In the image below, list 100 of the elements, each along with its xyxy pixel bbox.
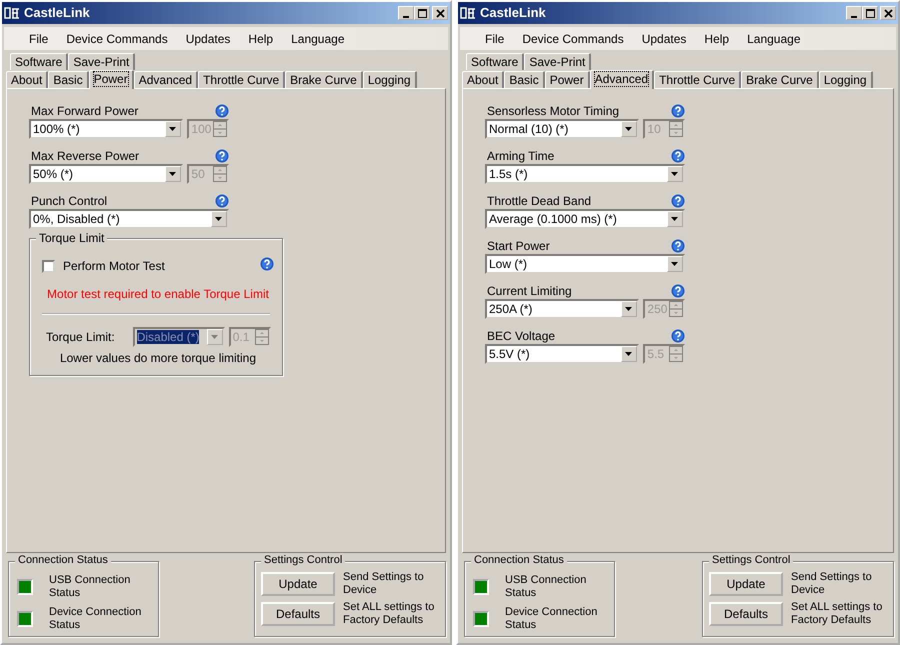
tab[interactable]: About: [462, 71, 504, 88]
tab[interactable]: Power: [88, 70, 134, 89]
tab[interactable]: Save-Print: [524, 53, 592, 70]
help-icon[interactable]: [215, 194, 229, 208]
tab[interactable]: Basic: [48, 71, 89, 88]
action-button[interactable]: Update: [261, 572, 335, 596]
close-button[interactable]: [432, 6, 448, 20]
minimize-icon: [403, 16, 409, 18]
tab[interactable]: Advanced: [590, 70, 654, 89]
setting-label: Max Reverse Power: [31, 149, 140, 163]
status-label: Device Connection Status: [505, 606, 598, 632]
group-title: Settings Control: [261, 554, 346, 567]
help-icon[interactable]: [671, 149, 685, 163]
help-icon[interactable]: [671, 104, 685, 118]
field-label: Torque Limit:: [46, 330, 115, 344]
caret-icon: [625, 306, 634, 312]
minimize-button[interactable]: [398, 6, 414, 20]
menu-item[interactable]: Updates: [176, 32, 240, 46]
setting-label: Throttle Dead Band: [487, 194, 592, 208]
help-icon[interactable]: [671, 194, 685, 208]
help-icon[interactable]: [215, 104, 229, 118]
menu-item[interactable]: File: [20, 32, 58, 46]
dropdown[interactable]: 100% (*): [29, 119, 184, 139]
setting-label: BEC Voltage: [487, 329, 556, 343]
menu-item[interactable]: Device Commands: [57, 32, 177, 46]
warning-text: Motor test required to enable Torque Limit: [46, 287, 270, 301]
menu-item[interactable]: Language: [282, 32, 354, 46]
button-description: Send Settings to Device: [791, 571, 873, 597]
setting-label: Punch Control: [31, 194, 108, 208]
minimize-icon: [851, 16, 857, 18]
hint-text: Lower values do more torque limiting: [58, 351, 258, 365]
spinner-arrows-icon: [254, 329, 269, 345]
tab[interactable]: Throttle Curve: [654, 71, 742, 88]
window-title: CastleLink: [24, 6, 91, 20]
spinner-arrows-icon: [213, 121, 227, 137]
status-label: Device Connection Status: [49, 606, 142, 632]
app-icon: [4, 6, 20, 20]
tab[interactable]: Software: [10, 53, 68, 70]
close-button[interactable]: [880, 6, 896, 20]
menu-item[interactable]: Help: [239, 32, 282, 46]
dropdown[interactable]: 0%, Disabled (*): [29, 209, 229, 229]
close-icon: [434, 8, 446, 18]
tab[interactable]: About: [6, 71, 48, 88]
dropdown[interactable]: 1.5s (*): [485, 164, 685, 184]
dropdown[interactable]: Average (0.1000 ms) (*): [485, 209, 685, 229]
menu-item[interactable]: Updates: [632, 32, 696, 46]
dropdown[interactable]: Normal (10) (*): [485, 119, 640, 139]
tab[interactable]: Logging: [818, 71, 873, 88]
menu-item[interactable]: Help: [695, 32, 738, 46]
tab[interactable]: Brake Curve: [285, 71, 363, 88]
checkbox-label: Perform Motor Test: [63, 259, 165, 273]
menu-item[interactable]: Device Commands: [513, 32, 633, 46]
tab[interactable]: Power: [544, 71, 590, 88]
dropdown[interactable]: Low (*): [485, 254, 685, 274]
button-description: Set ALL settings to Factory Defaults: [343, 601, 436, 627]
caret-icon: [671, 262, 679, 266]
minimize-button[interactable]: [846, 6, 862, 20]
action-button[interactable]: Defaults: [709, 602, 783, 626]
tab[interactable]: Brake Curve: [741, 71, 819, 88]
help-icon[interactable]: [215, 149, 229, 163]
setting-label: Max Forward Power: [31, 104, 138, 118]
tab[interactable]: Throttle Curve: [198, 71, 286, 88]
tab[interactable]: Logging: [362, 71, 417, 88]
caret-icon: [671, 172, 679, 176]
action-button[interactable]: Defaults: [261, 602, 335, 626]
tab[interactable]: Software: [466, 53, 524, 70]
close-icon: [882, 8, 894, 18]
help-icon[interactable]: [671, 329, 685, 343]
caret-icon: [625, 126, 634, 132]
tab[interactable]: Basic: [504, 71, 545, 88]
setting-label: Current Limiting: [487, 284, 572, 298]
tab[interactable]: Advanced: [134, 71, 198, 88]
dropdown[interactable]: 50% (*): [29, 164, 184, 184]
spinner-arrows-icon: [213, 166, 227, 182]
app-icon: [460, 6, 476, 20]
maximize-button[interactable]: [862, 6, 878, 20]
maximize-icon: [416, 8, 428, 18]
spinner-arrows-icon: [669, 301, 683, 317]
dropdown[interactable]: 250A (*): [485, 299, 640, 319]
button-description: Set ALL settings to Factory Defaults: [791, 601, 884, 627]
tab[interactable]: Save-Print: [68, 53, 136, 70]
caret-icon: [169, 126, 178, 132]
help-icon[interactable]: [671, 239, 685, 253]
dropdown[interactable]: 5.5V (*): [485, 344, 640, 364]
help-icon[interactable]: [260, 257, 274, 271]
help-icon[interactable]: [671, 284, 685, 298]
status-label: USB Connection Status: [49, 574, 132, 600]
caret-icon: [169, 172, 178, 176]
caret-icon: [210, 334, 219, 340]
setting-label: Sensorless Motor Timing: [487, 104, 620, 118]
maximize-button[interactable]: [414, 6, 430, 20]
group-title: Settings Control: [709, 554, 794, 567]
setting-label: Arming Time: [487, 149, 554, 163]
menu-item[interactable]: Language: [738, 32, 810, 46]
setting-label: Start Power: [487, 239, 550, 253]
caret-icon: [671, 216, 679, 222]
maximize-icon: [864, 8, 876, 18]
menu-item[interactable]: File: [476, 32, 514, 46]
caret-icon: [625, 352, 634, 356]
action-button[interactable]: Update: [709, 572, 783, 596]
